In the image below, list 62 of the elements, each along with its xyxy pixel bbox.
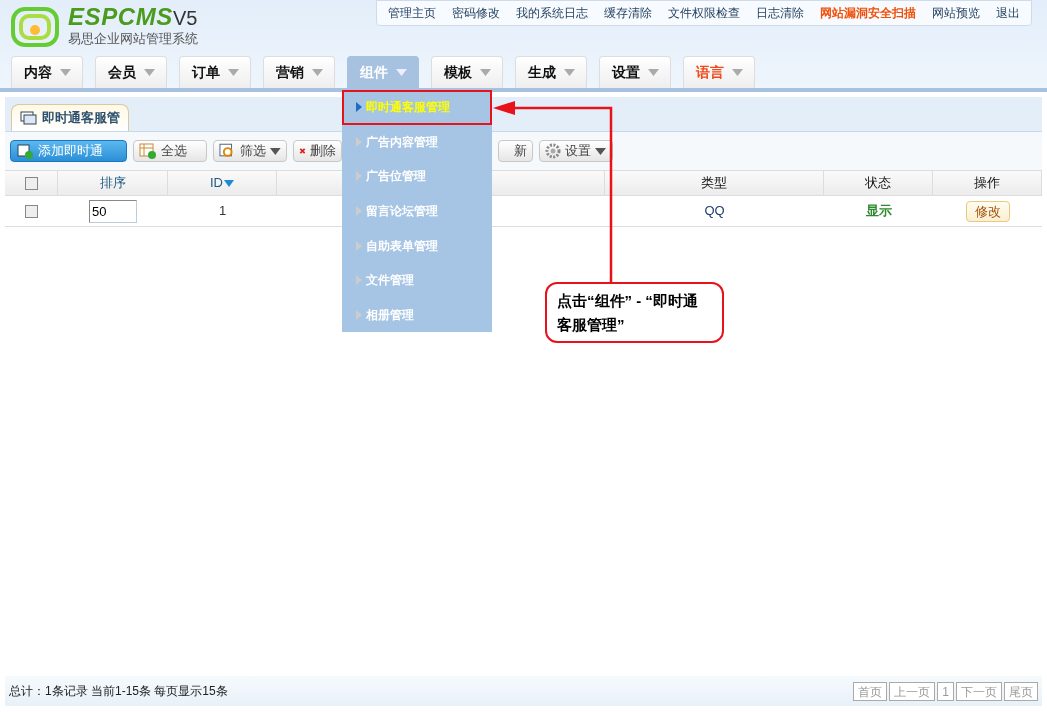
caret-icon — [143, 69, 155, 76]
edit-button[interactable]: 修改 — [965, 200, 1010, 222]
toolbar-button[interactable]: 新 — [498, 140, 533, 162]
window-icon — [20, 110, 37, 126]
toolbar-button[interactable]: 删除 — [293, 140, 342, 162]
top-link[interactable]: 我的系统日志 — [508, 4, 596, 22]
triangle-icon — [356, 136, 362, 147]
document-add-icon — [16, 143, 34, 159]
triangle-icon — [356, 275, 362, 286]
logo-subtitle: 易思企业网站管理系统 — [68, 30, 198, 48]
nav-tab[interactable]: 生成 — [515, 56, 587, 88]
checkbox[interactable] — [24, 176, 38, 190]
column-header: 排序 — [99, 174, 126, 193]
logo-version: V5 — [172, 8, 198, 28]
caret-icon — [731, 69, 743, 76]
triangle-icon — [356, 171, 362, 182]
top-link[interactable]: 日志清除 — [748, 4, 812, 22]
nav-tab[interactable]: 会员 — [95, 56, 167, 88]
nav-tab[interactable]: 模板 — [431, 56, 503, 88]
order-input[interactable]: 50 — [89, 199, 137, 223]
top-link[interactable]: 管理主页 — [380, 4, 444, 22]
top-link[interactable]: 密码修改 — [444, 4, 508, 22]
table-cell-text: 1 — [218, 202, 227, 221]
caret-icon — [647, 69, 659, 76]
caret-icon — [270, 147, 281, 155]
toolbar-button[interactable]: 全选 — [133, 140, 207, 162]
logo-brand: ESPCMS — [68, 5, 173, 29]
gear-icon — [545, 143, 561, 159]
top-link[interactable]: 文件权限检查 — [660, 4, 748, 22]
nav-tab[interactable]: 订单 — [179, 56, 251, 88]
nav-tab[interactable]: 内容 — [11, 56, 83, 88]
callout-note: 点击“组件” - “即时通客服管理” — [545, 282, 724, 343]
top-link[interactable]: 退出 — [988, 4, 1028, 22]
top-link[interactable]: 缓存清除 — [596, 4, 660, 22]
sort-desc-icon — [224, 179, 234, 187]
caret-icon — [311, 69, 323, 76]
caret-icon — [59, 69, 71, 76]
caret-icon — [595, 147, 606, 155]
caret-icon — [479, 69, 491, 76]
column-header: 操作 — [974, 174, 1000, 193]
toolbar-button[interactable]: 筛选 — [213, 140, 287, 162]
triangle-icon — [356, 309, 362, 320]
table-add-icon — [139, 143, 157, 159]
table-cell-text: QQ — [704, 202, 725, 221]
record-summary: 总计：1条记录 当前1-15条 每页显示15条 — [9, 683, 228, 700]
toolbar-button[interactable]: 设置 — [539, 140, 613, 162]
triangle-icon — [356, 102, 362, 113]
checkbox[interactable] — [25, 204, 38, 218]
top-link[interactable]: 网站预览 — [924, 4, 988, 22]
column-header: 状态 — [865, 174, 891, 193]
triangle-icon — [356, 240, 362, 251]
column-header[interactable]: ID — [210, 173, 223, 193]
status-text: 显示 — [865, 202, 892, 221]
triangle-icon — [356, 206, 362, 216]
nav-tab[interactable]: 营销 — [263, 56, 335, 88]
page-tab[interactable]: 即时通客服管 — [11, 104, 129, 131]
logo-icon — [10, 5, 60, 48]
caret-icon — [563, 69, 575, 76]
caret-icon — [227, 69, 239, 76]
column-header: 类型 — [701, 174, 727, 193]
caret-icon — [395, 69, 407, 76]
nav-tab[interactable]: 设置 — [599, 56, 671, 88]
